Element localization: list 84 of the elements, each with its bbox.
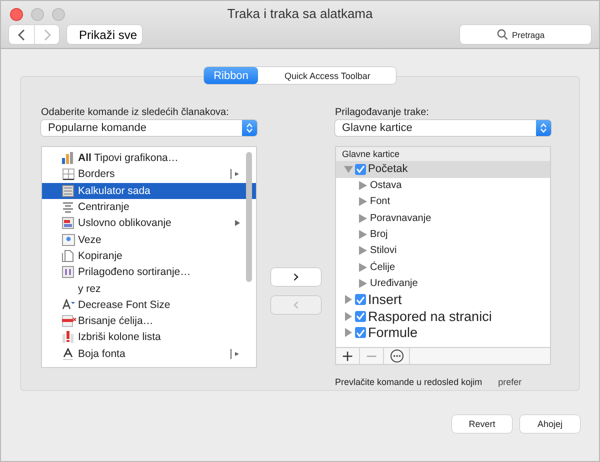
- tab[interactable]: Quick Access Toolbar: [258, 67, 396, 84]
- scrollbar[interactable]: [246, 152, 252, 282]
- tabs-dropdown[interactable]: Glavne kartice: [335, 120, 551, 136]
- back-icon: [18, 28, 26, 40]
- dialog-button[interactable]: Ahojej: [520, 415, 580, 433]
- command-item[interactable]: Brisanje ćelija…: [42, 312, 256, 330]
- command-item[interactable]: Borders: [42, 166, 256, 183]
- commands-label: Odaberite komande iz sledećih članakova:: [41, 107, 230, 118]
- command-item[interactable]: y rez: [42, 280, 256, 297]
- conditional-format-icon: [62, 217, 74, 230]
- tree-item[interactable]: Insert: [336, 292, 550, 308]
- command-item[interactable]: Veze: [42, 231, 256, 248]
- command-label: All Tipovi grafikona…: [78, 152, 178, 164]
- checkbox[interactable]: [355, 294, 366, 306]
- command-label: Centriranje: [78, 201, 130, 214]
- submenu-arrow-icon: [230, 348, 240, 359]
- minimize-button[interactable]: [31, 8, 44, 21]
- command-label: Prilagođeno sortiranje…: [78, 266, 191, 278]
- command-label: Kopiranje: [78, 250, 122, 262]
- command-item[interactable]: Kalkulator sada: [42, 182, 256, 199]
- window-title: Traka i traka sa alatkama: [227, 6, 373, 20]
- command-item[interactable]: Uslovno oblikovanje: [42, 215, 256, 232]
- tree-item[interactable]: Poravnavanje: [336, 210, 550, 226]
- link-icon: [62, 234, 75, 246]
- command-item[interactable]: Izbriši kolone lista: [42, 329, 256, 346]
- move-button[interactable]: ›: [271, 268, 321, 286]
- forward-icon: [43, 28, 51, 40]
- tree-item[interactable]: Stilovi: [336, 242, 550, 259]
- tree-item[interactable]: Početak: [336, 161, 550, 178]
- submenu-arrow-icon: [235, 220, 240, 226]
- command-item[interactable]: Decrease Font Size: [42, 296, 256, 313]
- zoom-button[interactable]: [52, 8, 65, 21]
- tree-item[interactable]: Font: [336, 194, 550, 210]
- command-item[interactable]: Prilagođeno sortiranje…: [42, 264, 256, 280]
- font-color-icon: [62, 348, 74, 360]
- command-item[interactable]: Kopiranje: [42, 248, 256, 264]
- disclosure-triangle-icon[interactable]: [344, 312, 353, 321]
- command-label: Izbriši kolone lista: [78, 331, 161, 344]
- tree-item[interactable]: Raspored na stranici: [336, 308, 550, 325]
- up-down-arrows-icon: [540, 123, 547, 133]
- command-label: Boja fonta: [78, 348, 126, 360]
- tree-item[interactable]: Ćelije: [336, 258, 550, 276]
- command-label: y rez: [78, 282, 101, 295]
- command-label: Uslovno oblikovanje: [78, 217, 172, 230]
- tree-tool-button[interactable]: +: [336, 348, 360, 364]
- tree-item[interactable]: Ostava: [336, 178, 550, 194]
- delete-cells-icon: [62, 315, 76, 328]
- ribbon-label: Prilagođavanje trake:: [335, 107, 430, 118]
- command-label: Borders: [78, 168, 115, 180]
- checkbox[interactable]: [355, 164, 366, 175]
- command-item[interactable]: Boja fonta: [42, 346, 256, 362]
- tree-header: Glavne kartice: [336, 147, 550, 161]
- command-label: Decrease Font Size: [78, 298, 170, 311]
- disclosure-triangle-icon[interactable]: [344, 295, 353, 304]
- checkbox[interactable]: [355, 327, 366, 338]
- hint-text: prefer: [498, 377, 522, 387]
- up-down-arrows-icon: [246, 123, 253, 133]
- command-label: Brisanje ćelija…: [78, 315, 154, 328]
- show-all-button[interactable]: Prikaži sve: [67, 25, 142, 44]
- disclosure-triangle-icon[interactable]: [344, 164, 353, 174]
- dialog-button[interactable]: Revert: [452, 415, 512, 433]
- search-icon: [497, 29, 508, 40]
- command-label: Veze: [78, 234, 102, 246]
- tree-item[interactable]: Formule: [336, 324, 550, 342]
- tree-item[interactable]: Broj: [336, 226, 550, 243]
- search-field[interactable]: Pretraga: [460, 25, 591, 44]
- borders-icon: [62, 168, 75, 180]
- hint-text: Prevlačite komande u redosled kojim: [335, 377, 482, 387]
- disclosure-triangle-icon[interactable]: [344, 328, 353, 338]
- align-center-icon: [62, 202, 74, 213]
- delete-column-icon: [62, 331, 74, 344]
- commands-dropdown[interactable]: Popularne komande: [41, 120, 257, 136]
- submenu-arrow-icon: [230, 169, 240, 180]
- calculator-icon: [62, 184, 74, 197]
- command-item[interactable]: All Tipovi grafikona…: [42, 150, 256, 166]
- command-item[interactable]: Centriranje: [42, 198, 256, 216]
- tree-item[interactable]: Uređivanje: [336, 275, 550, 292]
- sort-icon: [62, 266, 74, 278]
- decrease-font-icon: [62, 299, 76, 310]
- close-button[interactable]: [10, 8, 23, 21]
- copy-icon: [62, 250, 74, 262]
- command-label: Kalkulator sada: [78, 184, 150, 197]
- bar-chart-icon: [62, 152, 75, 164]
- checkbox[interactable]: [355, 310, 366, 322]
